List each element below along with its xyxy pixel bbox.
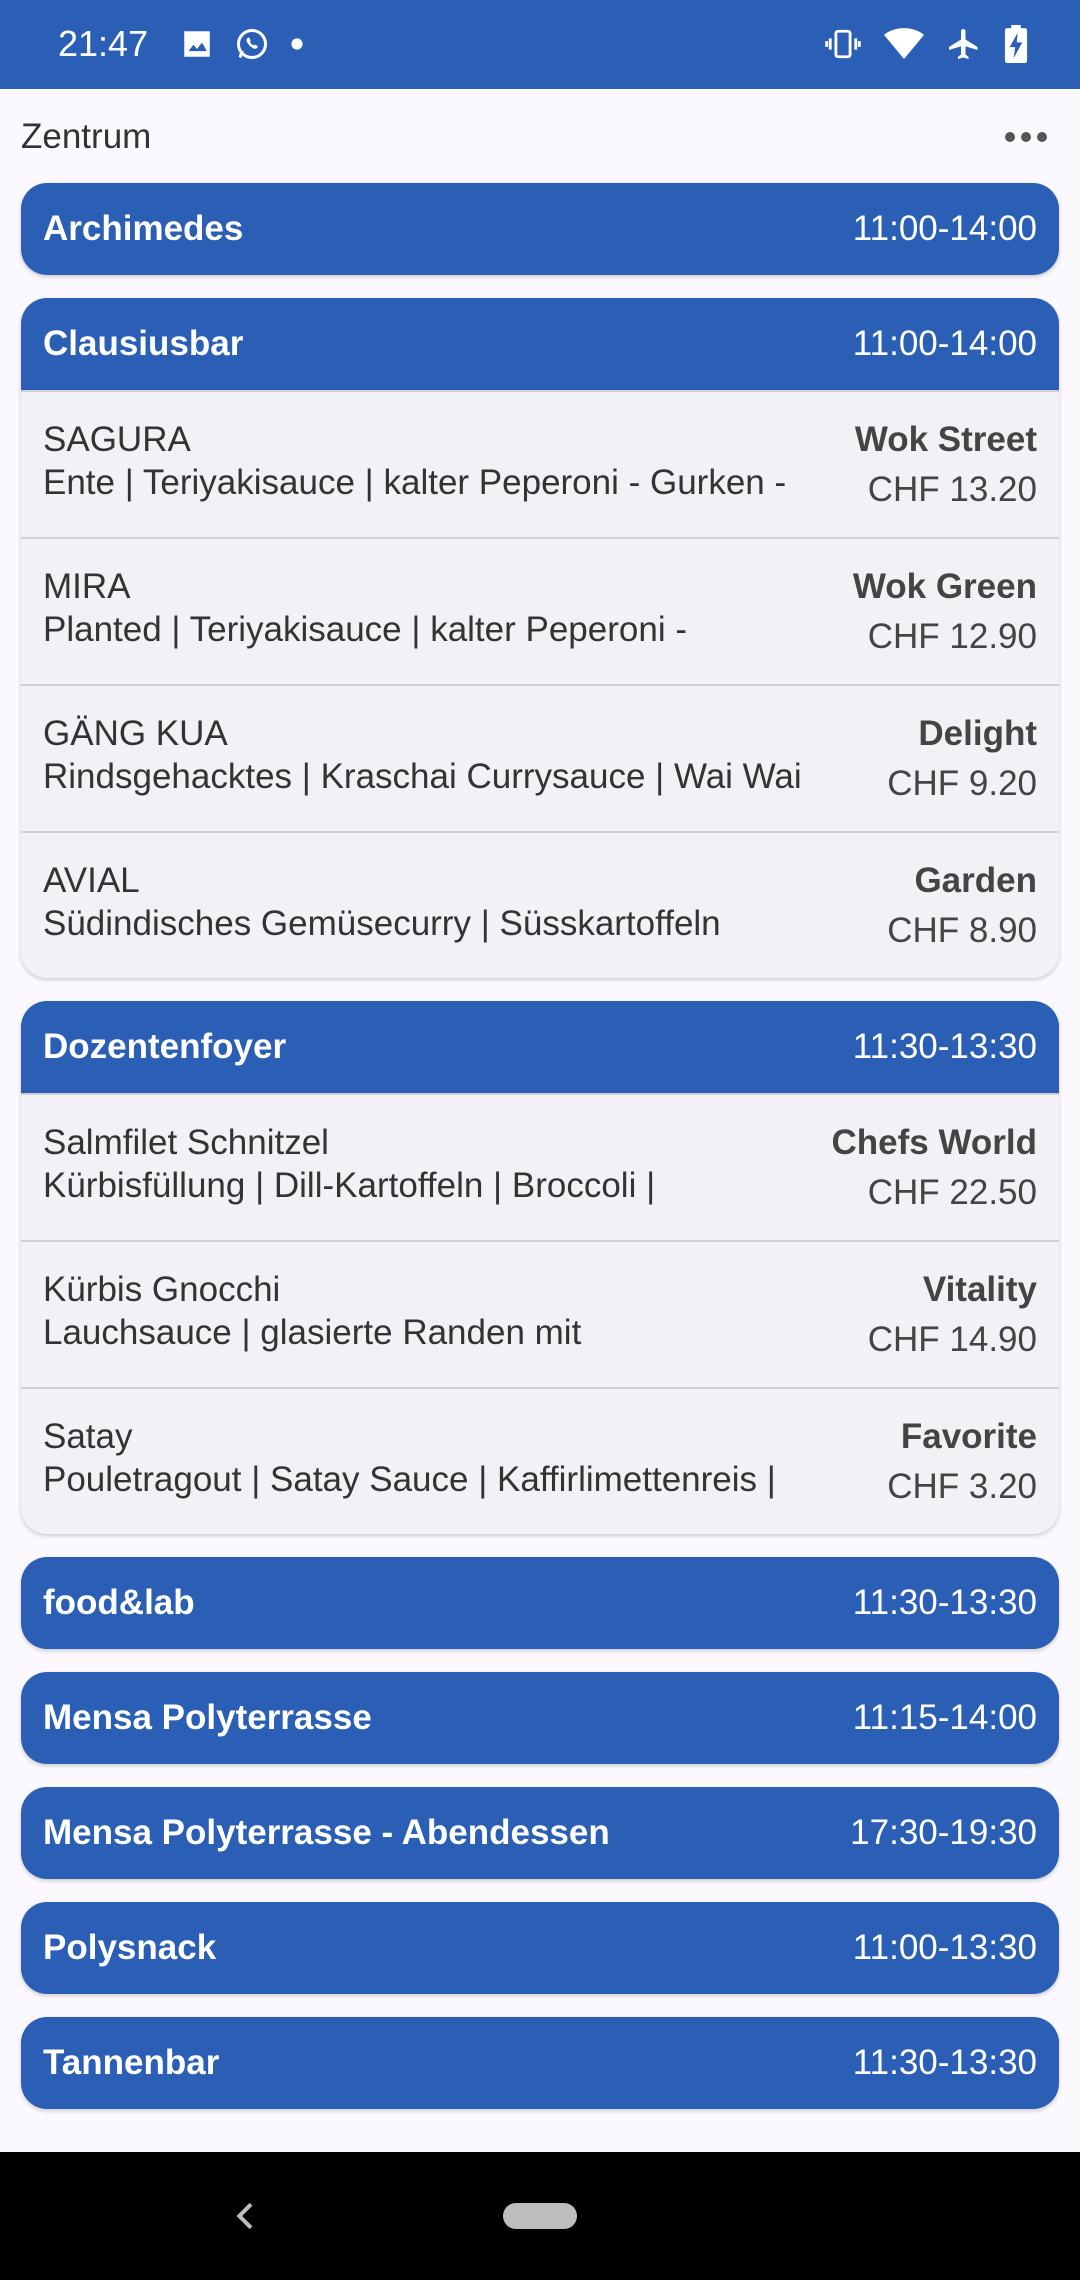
menu-item-description: Kürbisfüllung | Dill-Kartoffeln | Brocco…	[43, 1166, 656, 1205]
venue-hours: 11:00-14:00	[852, 209, 1037, 248]
battery-charging-icon	[1004, 25, 1028, 63]
menu-item-name: MIRA	[43, 567, 131, 606]
venue-header[interactable]: Mensa Polyterrasse 11:15-14:00	[21, 1672, 1059, 1764]
menu-item-price: CHF 22.50	[867, 1173, 1037, 1212]
menu-item-name: AVIAL	[43, 861, 140, 900]
menu-item[interactable]: Salmfilet Schnitzel Kürbisfüllung | Dill…	[21, 1093, 1059, 1240]
home-pill-icon[interactable]	[503, 2203, 577, 2229]
more-horizontal-icon	[1004, 131, 1048, 143]
menu-item-line: Delight	[918, 714, 1037, 753]
venue-header[interactable]: Dozentenfoyer 11:30-13:30	[21, 1001, 1059, 1093]
venue-name: Dozentenfoyer	[43, 1027, 287, 1066]
menu-item-name: Salmfilet Schnitzel	[43, 1123, 329, 1162]
menu-item[interactable]: Satay Pouletragout | Satay Sauce | Kaffi…	[21, 1387, 1059, 1534]
menu-item-line: Wok Green	[852, 567, 1037, 606]
menu-item-line: Favorite	[900, 1417, 1037, 1456]
notification-icons	[180, 26, 304, 62]
venue-card: Clausiusbar 11:00-14:00 SAGURA Ente | Te…	[21, 298, 1059, 978]
menu-item[interactable]: AVIAL Südindisches Gemüsecurry | Süsskar…	[21, 831, 1059, 978]
airplane-icon	[946, 26, 982, 62]
venue-card: Dozentenfoyer 11:30-13:30 Salmfilet Schn…	[21, 1001, 1059, 1534]
venue-name: Clausiusbar	[43, 324, 244, 363]
whatsapp-icon	[234, 26, 270, 62]
venue-hours: 17:30-19:30	[850, 1813, 1037, 1852]
venue-header[interactable]: Archimedes 11:00-14:00	[21, 183, 1059, 275]
menu-item-line: Vitality	[922, 1270, 1037, 1309]
venue-card: Tannenbar 11:30-13:30	[21, 2017, 1059, 2109]
venue-header[interactable]: Mensa Polyterrasse - Abendessen 17:30-19…	[21, 1787, 1059, 1879]
menu-item-name: Satay	[43, 1417, 133, 1456]
menu-item-price: CHF 8.90	[887, 911, 1037, 950]
more-options-button[interactable]	[996, 109, 1056, 165]
menu-item-description: Planted | Teriyakisauce | kalter Peperon…	[43, 610, 687, 649]
venue-card: Mensa Polyterrasse 11:15-14:00	[21, 1672, 1059, 1764]
venue-card: Archimedes 11:00-14:00	[21, 183, 1059, 275]
venue-card: food&lab 11:30-13:30	[21, 1557, 1059, 1649]
menu-item-price: CHF 12.90	[867, 617, 1037, 656]
menu-item[interactable]: MIRA Planted | Teriyakisauce | kalter Pe…	[21, 537, 1059, 684]
venue-card: Polysnack 11:00-13:30	[21, 1902, 1059, 1994]
venue-name: food&lab	[43, 1583, 195, 1622]
menu-item-price: CHF 14.90	[867, 1320, 1037, 1359]
menu-item-line: Garden	[914, 861, 1037, 900]
venue-header[interactable]: Polysnack 11:00-13:30	[21, 1902, 1059, 1994]
menu-item-description: Lauchsauce | glasierte Randen mit	[43, 1313, 582, 1352]
venue-hours: 11:30-13:30	[852, 1583, 1037, 1622]
menu-item-price: CHF 9.20	[887, 764, 1037, 803]
menu-item-description: Rindsgehacktes | Kraschai Currysauce | W…	[43, 757, 802, 796]
image-icon	[180, 27, 214, 61]
venue-name: Mensa Polyterrasse - Abendessen	[43, 1813, 610, 1852]
status-time: 21:47	[58, 23, 149, 64]
venue-name: Tannenbar	[43, 2043, 220, 2082]
menu-item-price: CHF 13.20	[867, 470, 1037, 509]
menu-item-description: Ente | Teriyakisauce | kalter Peperoni -…	[43, 463, 787, 502]
menu-item-price: CHF 3.20	[887, 1467, 1037, 1506]
venue-name: Mensa Polyterrasse	[43, 1698, 372, 1737]
status-bar: 21:47	[0, 0, 1080, 89]
venue-hours: 11:30-13:30	[852, 2043, 1037, 2082]
back-chevron-icon	[226, 2196, 266, 2236]
menu-item[interactable]: GÄNG KUA Rindsgehacktes | Kraschai Curry…	[21, 684, 1059, 831]
venue-header[interactable]: Clausiusbar 11:00-14:00	[21, 298, 1059, 390]
venue-hours: 11:15-14:00	[852, 1698, 1037, 1737]
menu-item-name: GÄNG KUA	[43, 714, 228, 753]
venue-list: Archimedes 11:00-14:00 Clausiusbar 11:00…	[21, 183, 1059, 2132]
venue-hours: 11:00-14:00	[852, 324, 1037, 363]
menu-item-name: SAGURA	[43, 420, 191, 459]
wifi-icon	[884, 27, 924, 61]
page-title: Zentrum	[21, 117, 152, 156]
dot-icon	[290, 37, 304, 51]
app-bar: Zentrum	[0, 89, 1080, 181]
venue-header[interactable]: Tannenbar 11:30-13:30	[21, 2017, 1059, 2109]
menu-item-description: Südindisches Gemüsecurry | Süsskartoffel…	[43, 904, 721, 943]
navigation-bar	[0, 2152, 1080, 2280]
venue-name: Archimedes	[43, 209, 244, 248]
venue-hours: 11:00-13:30	[852, 1928, 1037, 1967]
venue-header[interactable]: food&lab 11:30-13:30	[21, 1557, 1059, 1649]
menu-item[interactable]: SAGURA Ente | Teriyakisauce | kalter Pep…	[21, 390, 1059, 537]
venue-card: Mensa Polyterrasse - Abendessen 17:30-19…	[21, 1787, 1059, 1879]
venue-hours: 11:30-13:30	[852, 1027, 1037, 1066]
menu-item-line: Wok Street	[854, 420, 1037, 459]
venue-name: Polysnack	[43, 1928, 217, 1967]
menu-item-name: Kürbis Gnocchi	[43, 1270, 281, 1309]
vibrate-icon	[824, 27, 862, 61]
back-button[interactable]	[226, 2196, 266, 2236]
menu-item-description: Pouletragout | Satay Sauce | Kaffirlimet…	[43, 1460, 776, 1499]
menu-item-line: Chefs World	[831, 1123, 1037, 1162]
system-icons	[824, 24, 1028, 64]
menu-item[interactable]: Kürbis Gnocchi Lauchsauce | glasierte Ra…	[21, 1240, 1059, 1387]
